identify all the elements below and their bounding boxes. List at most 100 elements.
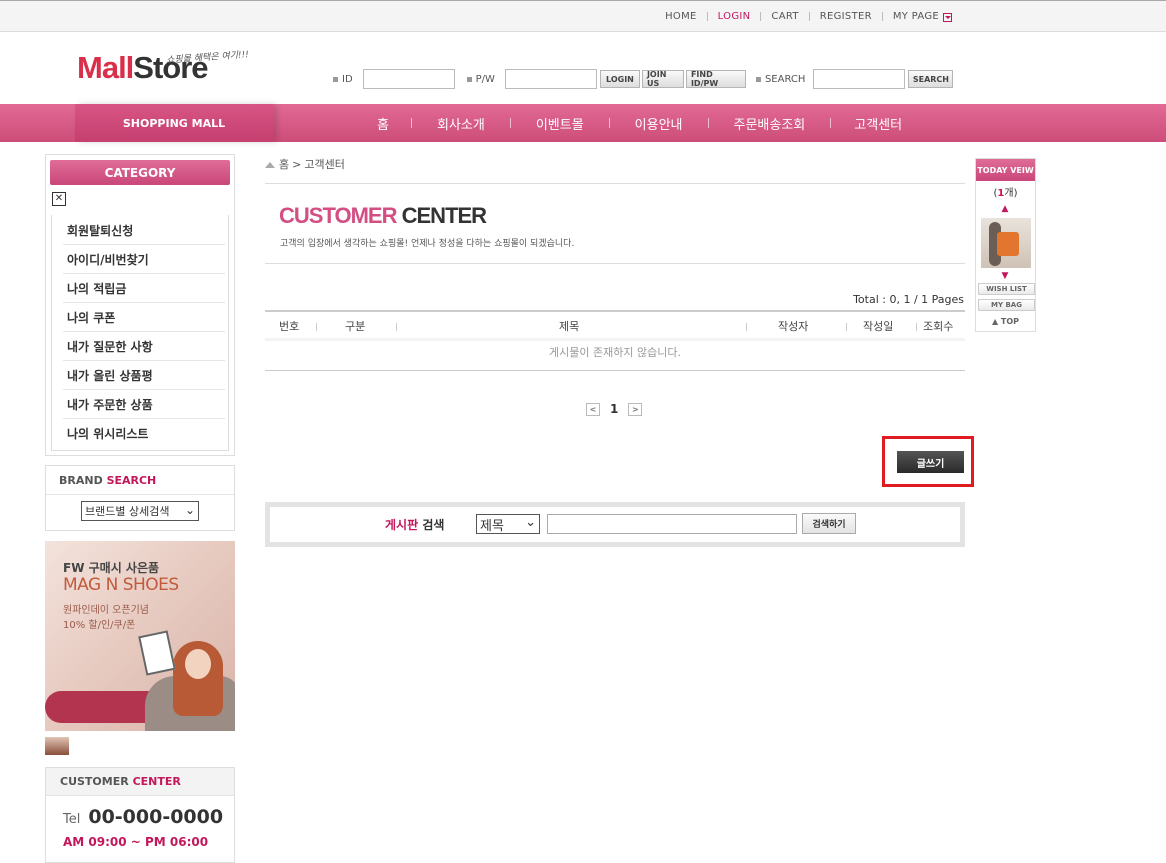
pw-label: P/W bbox=[475, 73, 495, 85]
brand-search-title: BRAND SEARCH bbox=[46, 466, 234, 495]
page-title-dark: CENTER bbox=[401, 203, 487, 228]
top-nav-login[interactable]: LOGIN bbox=[718, 11, 751, 22]
tel-label: Tel bbox=[63, 812, 81, 827]
category-title: CATEGORY bbox=[50, 160, 230, 185]
brand-search-suffix: SEARCH bbox=[106, 474, 157, 487]
recent-product-thumbnail[interactable] bbox=[981, 218, 1031, 268]
table-header: 번호 구분 제목 작성자 작성일 조회수 bbox=[265, 310, 965, 340]
next-page-button[interactable]: > bbox=[628, 402, 643, 416]
logo-mall: Mall bbox=[77, 50, 134, 85]
scroll-up-icon[interactable]: ▲ bbox=[1000, 205, 1010, 214]
nav-item-event[interactable]: 이벤트몰 bbox=[536, 114, 584, 133]
board-search-select-value: 제목 bbox=[480, 518, 504, 534]
divider bbox=[746, 323, 747, 331]
nav-item-customer-center[interactable]: 고객센터 bbox=[854, 114, 902, 133]
write-button-highlight: 글쓰기 bbox=[882, 436, 974, 487]
breadcrumb-home[interactable]: 홈 bbox=[279, 156, 289, 172]
prev-page-button[interactable]: < bbox=[586, 402, 600, 416]
id-input[interactable] bbox=[362, 69, 455, 89]
banner-illustration bbox=[185, 649, 211, 679]
col-number: 번호 bbox=[279, 320, 300, 333]
col-author: 작성자 bbox=[778, 320, 809, 333]
menu-item-my-orders[interactable]: 내가 주문한 상품 bbox=[63, 390, 225, 419]
search-input[interactable] bbox=[813, 69, 906, 89]
divider bbox=[316, 323, 317, 331]
top-nav-cart[interactable]: CART bbox=[771, 11, 798, 22]
nav-item-company[interactable]: 회사소개 bbox=[437, 114, 485, 133]
promo-banner[interactable]: FW 구매시 사은품 MAG N SHOES 원파인데이 오픈기념 10% 할/… bbox=[45, 541, 235, 731]
divider bbox=[846, 323, 847, 331]
page: HOME LOGIN CART REGISTER MY PAGE MallSto… bbox=[0, 0, 1166, 863]
scroll-down-icon[interactable]: ▼ bbox=[1000, 272, 1010, 281]
id-label: ID bbox=[342, 73, 353, 85]
board-search-input[interactable] bbox=[547, 514, 797, 534]
divider bbox=[706, 12, 708, 21]
divider bbox=[396, 323, 397, 331]
menu-item-my-reviews[interactable]: 내가 올린 상품평 bbox=[63, 361, 225, 390]
shopping-mall-label[interactable]: SHOPPING MALL bbox=[75, 104, 273, 142]
join-button[interactable]: JOIN US bbox=[641, 70, 684, 88]
banner-line-1: FW 구매시 사은품 bbox=[63, 561, 160, 575]
board-search-button[interactable]: 검색하기 bbox=[802, 513, 856, 534]
top-nav-home[interactable]: HOME bbox=[665, 11, 697, 22]
divider bbox=[509, 118, 511, 128]
nav-item-order-tracking[interactable]: 주문배송조회 bbox=[734, 114, 806, 133]
top-button[interactable]: ▲ TOP bbox=[976, 317, 1035, 326]
board-search-label-dark: 검색 bbox=[422, 518, 445, 532]
nav-item-home[interactable]: 홈 bbox=[377, 114, 389, 133]
board-search-select[interactable]: 제목 ⌄ bbox=[476, 514, 540, 534]
bullet-icon bbox=[755, 76, 761, 82]
today-view-title: TODAY VEIW bbox=[976, 159, 1035, 181]
dropdown-arrow-icon[interactable] bbox=[943, 13, 952, 22]
wish-list-button[interactable]: WISH LIST bbox=[978, 283, 1035, 295]
cc-suffix: CENTER bbox=[132, 775, 181, 788]
chevron-down-icon: ⌄ bbox=[525, 515, 536, 530]
board-search: 게시판 검색 제목 ⌄ 검색하기 bbox=[265, 502, 965, 547]
menu-item-find-idpw[interactable]: 아이디/비번찾기 bbox=[63, 245, 225, 274]
breadcrumb: 홈 > 고객센터 bbox=[265, 156, 345, 172]
page-title-pink: CUSTOMER bbox=[279, 203, 397, 228]
thumbnail-illustration bbox=[997, 232, 1019, 256]
col-views: 조회수 bbox=[923, 320, 954, 333]
top-nav-register[interactable]: REGISTER bbox=[820, 11, 872, 22]
search-button[interactable]: SEARCH bbox=[908, 70, 954, 88]
breadcrumb-separator: > bbox=[292, 157, 302, 171]
broken-image-icon: ✕ bbox=[52, 192, 66, 206]
business-hours: AM 09:00 ~ PM 06:00 bbox=[63, 835, 209, 849]
col-category: 구분 bbox=[345, 320, 366, 333]
phone-info: Tel 00-000-0000 bbox=[63, 806, 223, 828]
brand-select-value: 브랜드별 상세검색 bbox=[85, 505, 170, 518]
write-button[interactable]: 글쓰기 bbox=[897, 451, 964, 473]
menu-item-points[interactable]: 나의 적립금 bbox=[63, 274, 225, 303]
today-view-count: (1개) bbox=[976, 184, 1035, 199]
find-idpw-button[interactable]: FIND ID/PW bbox=[685, 70, 746, 88]
customer-center-box: CUSTOMER CENTER Tel 00-000-0000 AM 09:00 … bbox=[45, 767, 235, 863]
menu-item-my-questions[interactable]: 내가 질문한 사항 bbox=[63, 332, 225, 361]
login-button[interactable]: LOGIN bbox=[599, 70, 640, 88]
count-close: 개) bbox=[1004, 188, 1018, 199]
my-bag-button[interactable]: MY BAG bbox=[978, 299, 1035, 311]
chevron-down-icon: ⌄ bbox=[184, 503, 195, 517]
nav-item-guide[interactable]: 이용안내 bbox=[635, 114, 683, 133]
category-menu: 회원탈퇴신청 아이디/비번찾기 나의 적립금 나의 쿠폰 내가 질문한 사항 내… bbox=[51, 215, 229, 451]
pagination: < 1 > bbox=[586, 402, 643, 416]
col-date: 작성일 bbox=[863, 320, 894, 333]
main-nav: SHOPPING MALL 홈 회사소개 이벤트몰 이용안내 주문배송조회 고객… bbox=[0, 104, 1166, 142]
pw-input[interactable] bbox=[504, 69, 597, 89]
page-number[interactable]: 1 bbox=[610, 402, 618, 416]
divider bbox=[808, 12, 810, 21]
banner-illustration bbox=[138, 630, 176, 676]
top-nav-mypage[interactable]: MY PAGE bbox=[893, 11, 939, 22]
menu-item-withdraw[interactable]: 회원탈퇴신청 bbox=[63, 216, 225, 245]
small-thumbnail[interactable] bbox=[45, 737, 69, 755]
divider bbox=[707, 118, 709, 128]
tel-number: 00-000-0000 bbox=[88, 806, 224, 828]
divider bbox=[608, 118, 610, 128]
home-icon[interactable] bbox=[265, 160, 275, 168]
menu-item-wishlist[interactable]: 나의 위시리스트 bbox=[63, 419, 225, 448]
today-view-panel: TODAY VEIW (1개) ▲ ▼ WISH LIST MY BAG ▲ T… bbox=[975, 158, 1036, 332]
brand-select[interactable]: 브랜드별 상세검색 ⌄ bbox=[81, 501, 199, 521]
col-title: 제목 bbox=[559, 320, 580, 333]
board-search-label-pink: 게시판 bbox=[385, 518, 419, 532]
menu-item-coupons[interactable]: 나의 쿠폰 bbox=[63, 303, 225, 332]
